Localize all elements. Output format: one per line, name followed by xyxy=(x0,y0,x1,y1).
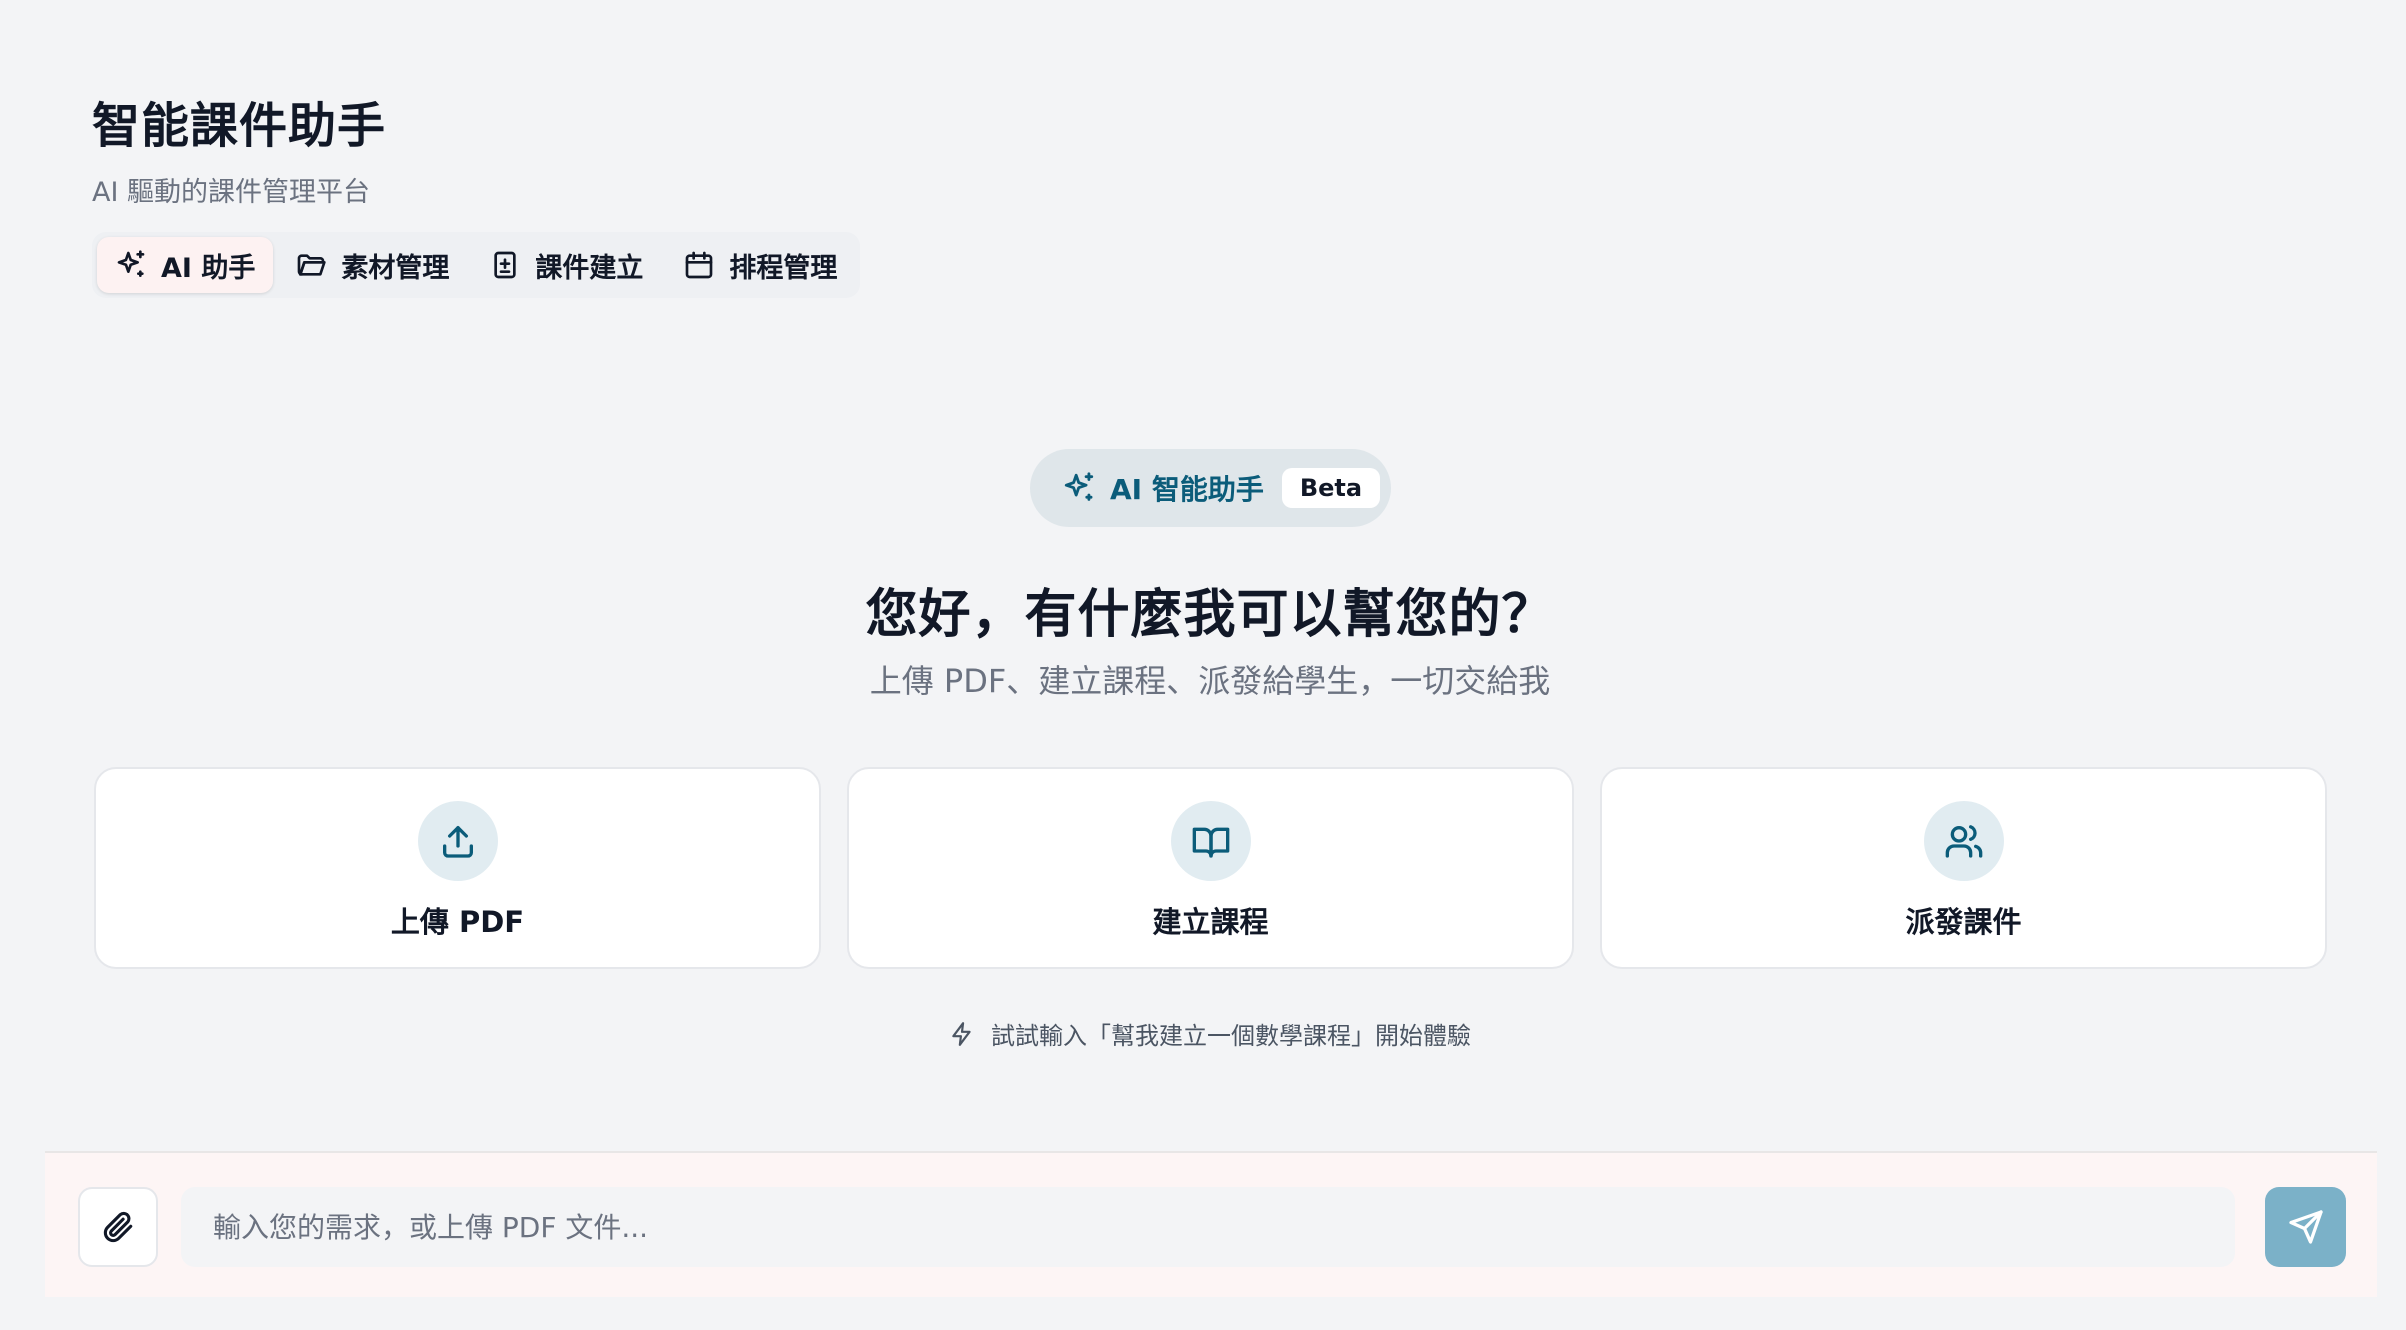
folder-icon xyxy=(298,254,327,276)
assistant-badge: AI 智能助手 Beta xyxy=(1030,449,1391,527)
send-button[interactable] xyxy=(2265,1187,2346,1267)
upload-icon xyxy=(442,826,473,858)
chat-composer xyxy=(45,1151,2377,1297)
hint-text: 試試輸入「幫我建立一個數學課程」開始體驗 xyxy=(991,1022,1471,1050)
greeting-subtitle: 上傳 PDF、建立課程、派發給學生，一切交給我 xyxy=(869,662,1551,700)
card-label: 建立課程 xyxy=(1152,905,1269,939)
card-label: 上傳 PDF xyxy=(390,905,525,939)
book-open-icon xyxy=(1192,827,1229,858)
hint-row: 試試輸入「幫我建立一個數學課程」開始體驗 xyxy=(0,1016,2406,1051)
app-header: 智能課件助手 AI 驅動的課件管理平台 xyxy=(92,86,386,209)
app-page: 智能課件助手 AI 驅動的課件管理平台 AI 助手 素材管理 課件建立 排程管理… xyxy=(0,0,2406,1330)
app-subtitle: AI 驅動的課件管理平台 xyxy=(92,177,371,208)
sparkles-icon xyxy=(117,250,145,277)
icon-circle xyxy=(1923,801,2004,881)
tab-schedule[interactable]: 排程管理 xyxy=(665,237,855,293)
tab-label: 排程管理 xyxy=(729,252,838,284)
tab-ai-assistant[interactable]: AI 助手 xyxy=(97,237,274,293)
upload-pdf-card[interactable]: 上傳 PDF xyxy=(94,767,821,969)
tab-courseware-create[interactable]: 課件建立 xyxy=(471,237,661,293)
users-icon xyxy=(1945,825,1982,858)
beta-tag: Beta xyxy=(1281,468,1381,508)
icon-circle xyxy=(1170,801,1251,881)
file-plus-icon xyxy=(494,251,517,279)
attach-file-button[interactable] xyxy=(78,1187,158,1267)
paperclip-icon xyxy=(103,1211,133,1243)
badge-label: AI 智能助手 xyxy=(1110,473,1264,506)
tab-label: 課件建立 xyxy=(535,252,644,284)
calendar-icon xyxy=(686,251,713,279)
main-tabs: AI 助手 素材管理 課件建立 排程管理 xyxy=(92,232,861,298)
sparkles-icon xyxy=(1064,472,1094,501)
message-input[interactable] xyxy=(181,1187,2235,1267)
tab-materials[interactable]: 素材管理 xyxy=(277,237,467,293)
greeting-heading: 您好，有什麼我可以幫您的？ xyxy=(865,585,1555,645)
distribute-courseware-card[interactable]: 派發課件 xyxy=(1600,767,2327,969)
create-course-card[interactable]: 建立課程 xyxy=(847,767,1574,969)
lightning-icon xyxy=(952,1021,971,1046)
tab-label: AI 助手 xyxy=(161,252,256,284)
send-icon xyxy=(2288,1210,2323,1244)
app-title: 智能課件助手 xyxy=(92,98,387,154)
tab-label: 素材管理 xyxy=(341,252,450,284)
card-label: 派發課件 xyxy=(1905,905,2022,939)
icon-circle xyxy=(417,801,498,881)
